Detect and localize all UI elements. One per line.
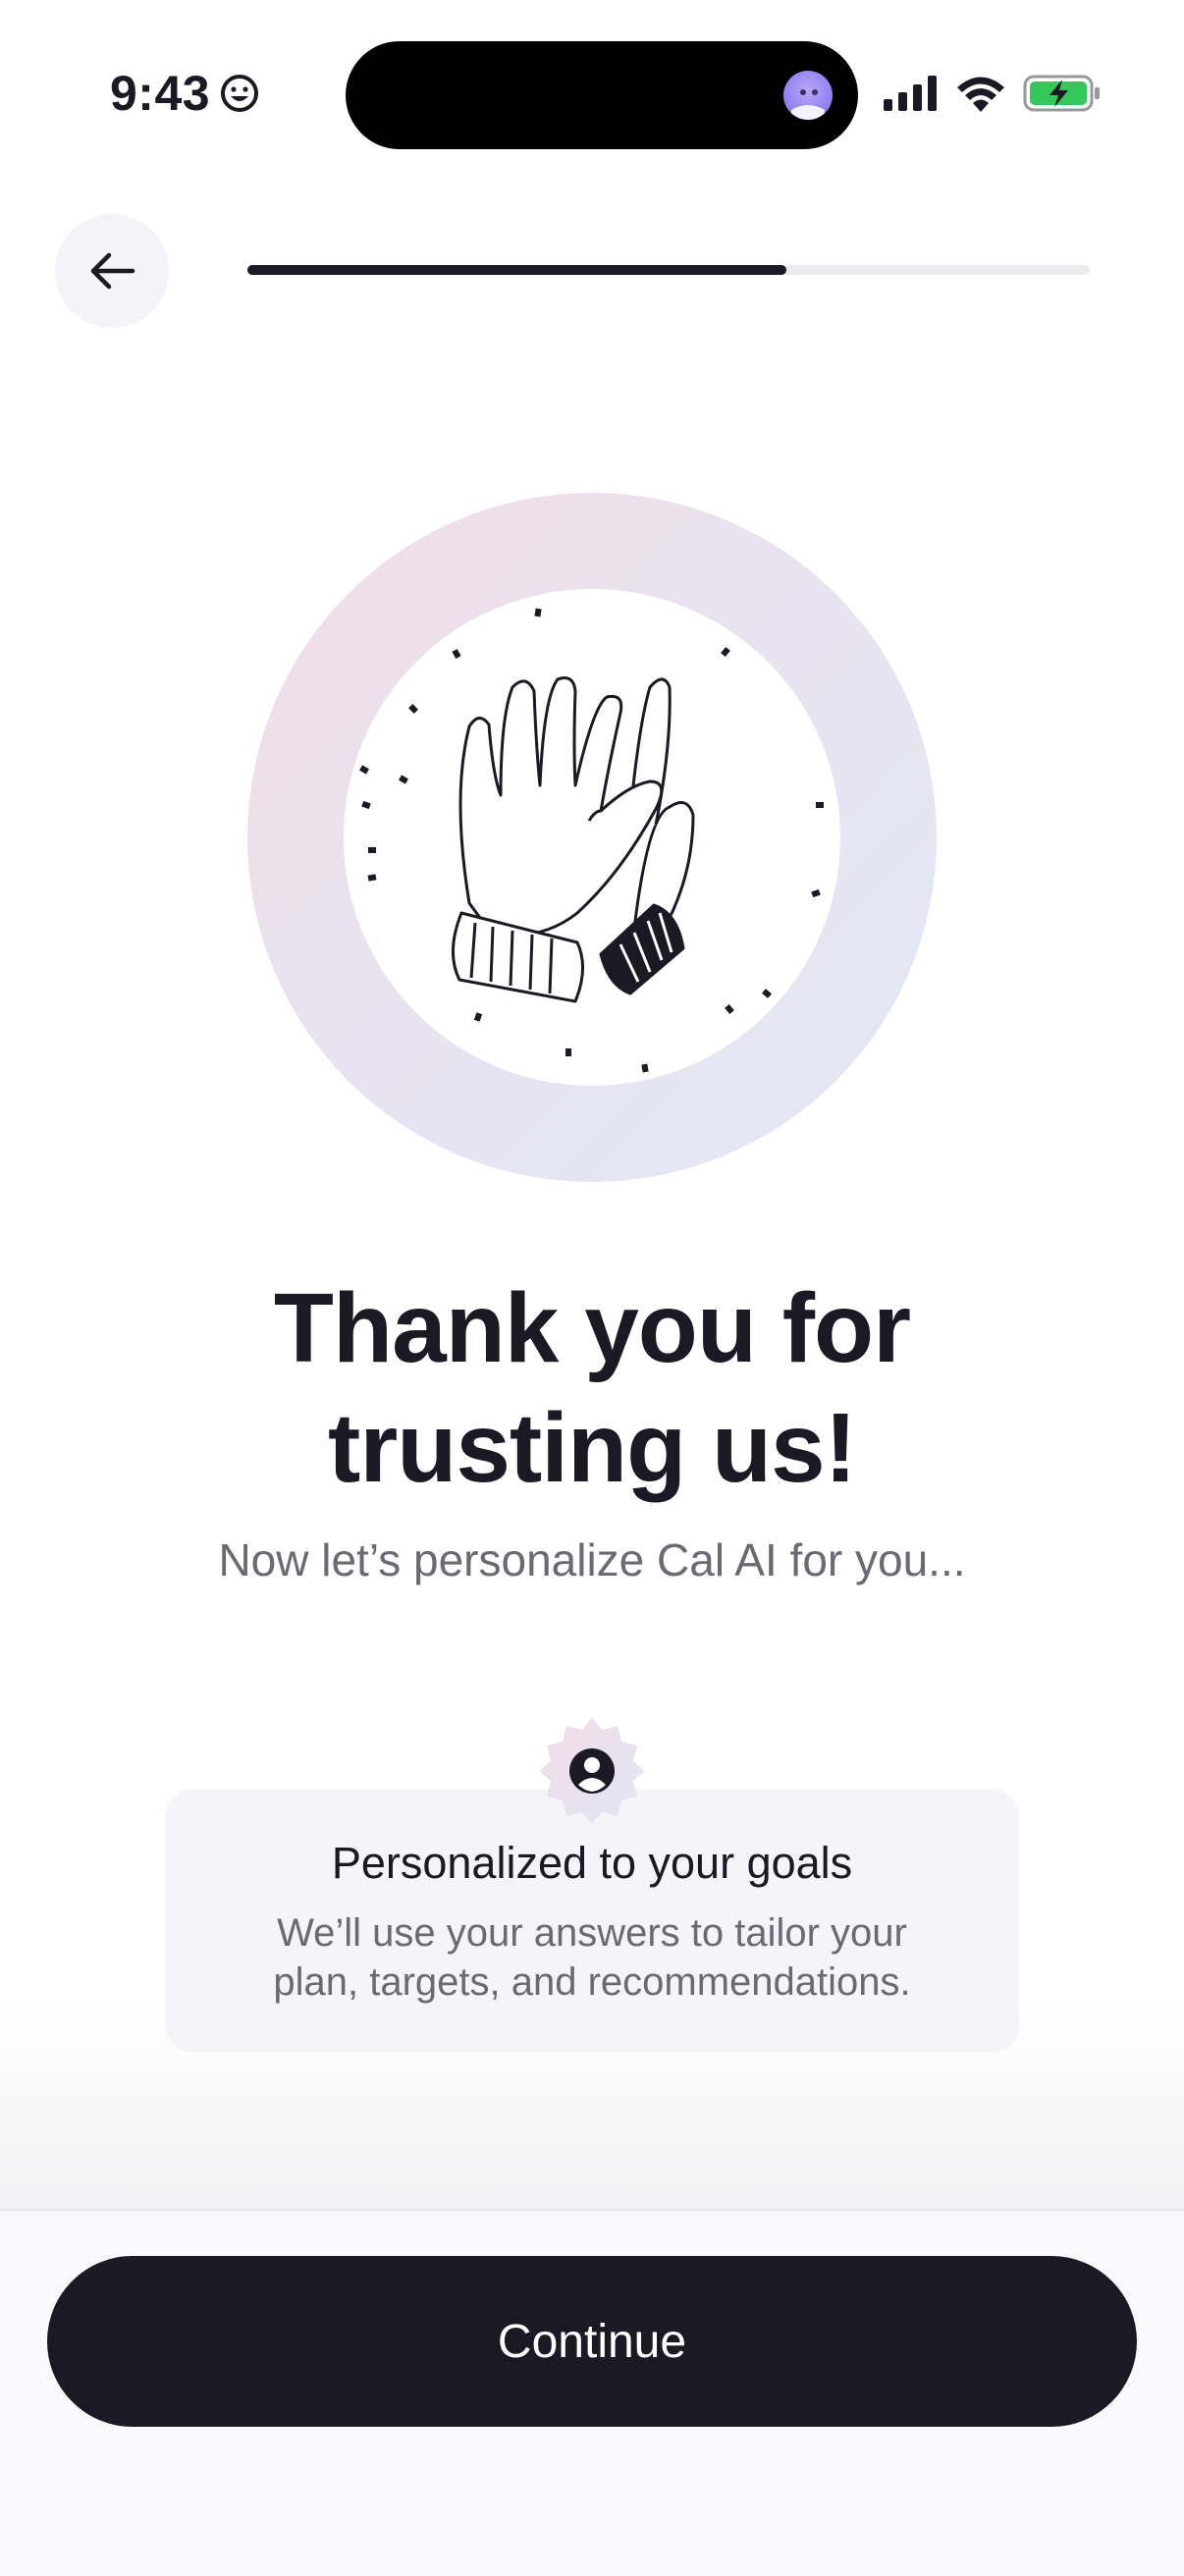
title-line-2: trusting us! xyxy=(328,1393,857,1503)
illustration-circle xyxy=(344,589,840,1086)
page-title: Thank you for trusting us! xyxy=(0,1268,1184,1508)
card-title: Personalized to your goals xyxy=(331,1838,853,1888)
battery-charging-icon xyxy=(1023,75,1100,112)
progress-fill xyxy=(247,265,787,275)
card-description: We’ll use your answers to tailor your pl… xyxy=(224,1908,960,2007)
back-button[interactable] xyxy=(55,214,169,328)
status-bar-time: 9:43 xyxy=(110,65,259,122)
page-subtitle: Now let’s personalize Cal AI for you... xyxy=(218,1534,966,1585)
clock-text: 9:43 xyxy=(110,66,211,121)
arrow-left-icon xyxy=(90,252,135,290)
wifi-icon xyxy=(957,77,1004,112)
card-desc-line-1: We’ll use your answers to tailor your xyxy=(277,1911,907,1955)
progress-bar xyxy=(247,265,1090,275)
dynamic-island xyxy=(346,41,858,149)
bottom-fade xyxy=(0,2003,1184,2209)
continue-button[interactable]: Continue xyxy=(47,2256,1137,2427)
cellular-signal-icon xyxy=(884,76,937,111)
high-five-gloves-icon xyxy=(359,608,824,1073)
card-desc-line-2: plan, targets, and recommendations. xyxy=(273,1960,911,2004)
smiley-face-icon xyxy=(221,75,259,112)
illustration-ring xyxy=(247,493,937,1182)
title-line-1: Thank you for xyxy=(273,1273,911,1383)
status-icons xyxy=(884,75,1102,112)
user-circle-icon xyxy=(539,1718,645,1824)
island-avatar xyxy=(783,71,833,120)
